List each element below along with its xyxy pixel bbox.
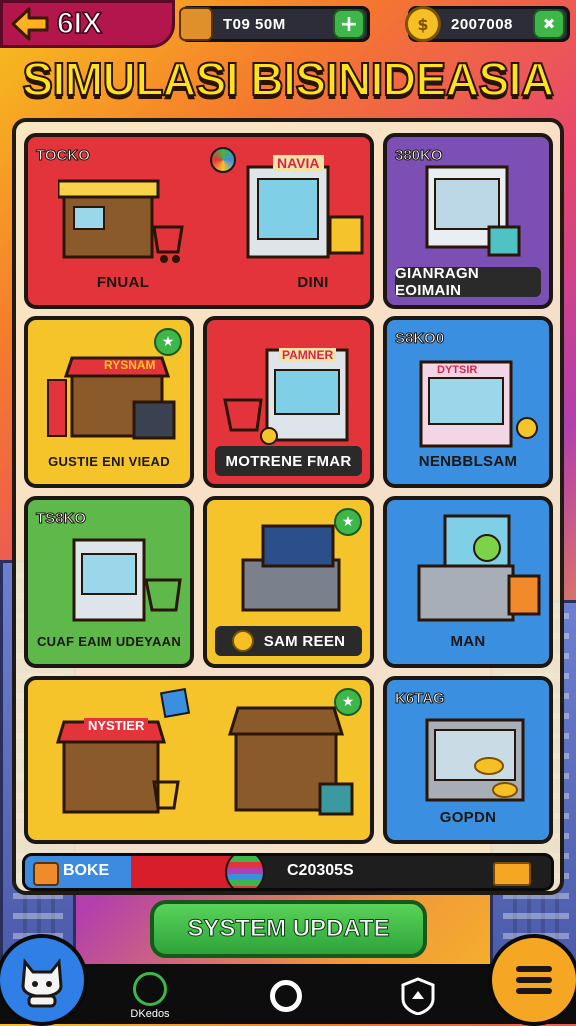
coin-icon: $ [405, 6, 441, 42]
card-label: MAN [450, 632, 486, 650]
shop-card-4[interactable]: PAMNER MOTRENE FMAR [203, 316, 374, 488]
food-stall-icon [227, 706, 354, 816]
kiosk-sign: NAVIA [273, 155, 324, 171]
card-label: MOTRENE FMAR [215, 446, 362, 476]
card-label: CUAF EAIM UDEYAAN [36, 633, 182, 649]
progress-bar: BOKE C20305S [22, 853, 554, 891]
nav-item-2[interactable]: DKedos [122, 968, 178, 1024]
nav-item-2-label: DKedos [130, 1008, 170, 1020]
barrel-icon [33, 862, 59, 886]
shop-card-8[interactable]: MAN [383, 496, 553, 668]
nav-home-button[interactable] [262, 972, 310, 1020]
resource-bar-1: T09 50M + [179, 6, 370, 42]
back-arrow-icon [9, 3, 51, 45]
card-label: SAM REEN [215, 626, 362, 656]
globe-icon [210, 147, 236, 173]
back-button[interactable]: 6IX [0, 0, 175, 48]
kiosk-sign: DYTSIR [437, 364, 478, 376]
kiosk-sign: RYSNAM [104, 358, 156, 372]
crate-icon [179, 7, 213, 41]
progress-right-text: C20305S [287, 862, 354, 879]
grocery-kiosk-icon [72, 538, 182, 622]
kiosk-sign: PAMNER [279, 348, 337, 362]
close-button[interactable]: ✖ [533, 9, 565, 39]
shop-card-6[interactable]: TS8KO CUAF EAIM UDEYAAN [24, 496, 194, 668]
card-label: GUSTIE ENI VIEAD [48, 453, 170, 469]
card-label-text: SAM REEN [263, 632, 346, 650]
add-resource-button[interactable]: + [333, 9, 365, 39]
shop-card-10[interactable]: K6TAG GOPDN [383, 676, 553, 844]
card-label: GIANRAGN EOIMAIN [395, 265, 541, 299]
arcade-machine-icon [241, 524, 341, 612]
shield-icon [401, 977, 435, 1015]
progress-left-text: BOKE [63, 862, 110, 879]
shop-card-2[interactable]: 380KO GIANRAGN EOIMAIN [383, 133, 553, 309]
hamburger-menu-icon [516, 966, 552, 994]
level-indicator: 6IX [56, 6, 103, 41]
arcade-kiosk-icon [419, 360, 538, 448]
gem-stack-icon [225, 856, 265, 888]
profile-button[interactable] [0, 934, 88, 1026]
gold-display-icon [425, 718, 525, 802]
resource-1-value: T09 50M [223, 15, 286, 33]
top-bar: 6IX T09 50M + $ 2007008 ✖ [0, 0, 576, 50]
shop-stall-icon [47, 356, 176, 440]
card-label: GOPDN [439, 808, 497, 826]
shop-card-5[interactable]: S8KO0 DYTSIR NENBBLSAM [383, 316, 553, 488]
shop-card-9[interactable]: ★ NYSTIER [24, 676, 374, 844]
card-label-right: DINI [297, 273, 329, 291]
kiosk-sign: NYSTIER [84, 718, 149, 733]
globe-icon [133, 972, 167, 1006]
coin-icon [231, 630, 254, 652]
terminal-stand-icon [417, 514, 541, 622]
display-case-icon [425, 165, 521, 257]
card-label: NENBBLSAM [418, 452, 518, 470]
progress-end-marker [493, 862, 531, 886]
page-title: SIMULASI BISINIDEASIA [21, 52, 555, 106]
resource-2-value: 2007008 [451, 15, 513, 33]
system-update-button[interactable]: SYSTEM UPDATE [150, 900, 427, 958]
menu-button[interactable] [488, 934, 576, 1026]
nav-shield-button[interactable] [394, 972, 442, 1020]
market-stall-icon [58, 179, 184, 263]
card-label-left: FNUAL [96, 273, 150, 291]
cat-avatar-icon [21, 958, 63, 1008]
shop-card-1[interactable]: TOCKO NAVIA FNUAL DINI [24, 133, 374, 309]
shop-card-7[interactable]: ★ SAM REEN [203, 496, 374, 668]
resource-bar-2: $ 2007008 ✖ [405, 6, 570, 42]
ring-icon [270, 980, 302, 1012]
shop-card-3[interactable]: ★ RYSNAM GUSTIE ENI VIEAD [24, 316, 194, 488]
